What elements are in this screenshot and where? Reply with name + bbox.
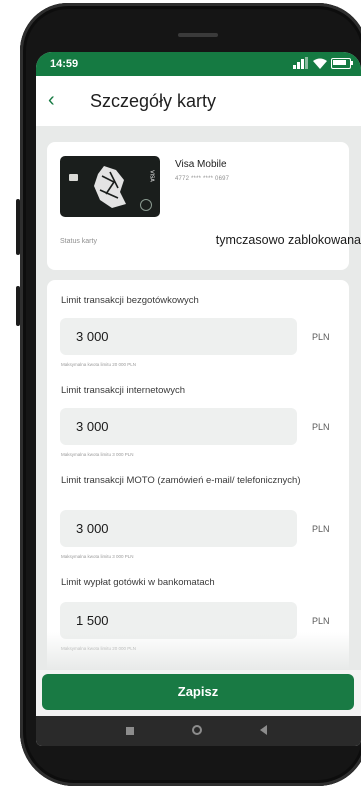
android-nav-bar xyxy=(36,716,361,746)
status-bar: 14:59 xyxy=(36,52,361,76)
limit-value: 3 000 xyxy=(76,521,109,536)
recent-apps-icon[interactable] xyxy=(126,727,134,735)
card-logo-icon xyxy=(140,199,152,211)
scroll-content[interactable]: VISA Visa Mobile 4772 **** **** 0697 Sta… xyxy=(36,126,361,690)
save-button[interactable]: Zapisz xyxy=(42,674,354,710)
limit-hint: Maksymalna kwota limitu 20 000 PLN xyxy=(61,362,137,367)
home-icon[interactable] xyxy=(192,725,202,735)
limit-value: 1 500 xyxy=(76,613,109,628)
limit-label-internet: Limit transakcji internetowych xyxy=(61,385,186,396)
limit-value: 3 000 xyxy=(76,419,109,434)
app-screen: 14:59 ‹ Szczegóły karty VISA Visa Mobile… xyxy=(36,52,361,746)
card-number: 4772 **** **** 0697 xyxy=(175,176,230,182)
card-image: VISA xyxy=(60,156,160,217)
signal-icon xyxy=(293,57,309,69)
power-button xyxy=(16,199,20,255)
wifi-icon xyxy=(313,58,327,69)
limit-hint: Maksymalna kwota limitu 3 000 PLN xyxy=(61,452,134,457)
app-header: ‹ Szczegóły karty xyxy=(36,76,361,126)
earpiece-speaker xyxy=(178,33,218,37)
limit-input-internet[interactable]: 3 000 xyxy=(60,408,297,445)
scroll-fade xyxy=(36,632,361,670)
limits-form: Limit transakcji bezgotówkowych 3 000 PL… xyxy=(47,280,349,690)
limit-input-contactless[interactable]: 3 000 xyxy=(60,318,297,355)
limit-label-atm: Limit wypłat gotówki w bankomatach xyxy=(61,577,215,588)
limit-label-contactless: Limit transakcji bezgotówkowych xyxy=(61,295,199,306)
card-summary: VISA Visa Mobile 4772 **** **** 0697 Sta… xyxy=(47,142,361,270)
nav-back-icon[interactable] xyxy=(260,725,267,735)
page-title: Szczegóły karty xyxy=(90,91,217,111)
volume-button xyxy=(16,286,20,326)
currency-label: PLN xyxy=(312,422,330,432)
currency-label: PLN xyxy=(312,524,330,534)
currency-label: PLN xyxy=(312,616,330,626)
card-pattern-icon xyxy=(94,166,126,208)
status-icons xyxy=(293,57,353,69)
back-arrow-icon[interactable]: ‹ xyxy=(48,90,55,110)
limit-input-moto[interactable]: 3 000 xyxy=(60,510,297,547)
card-brand-mark: VISA xyxy=(148,170,155,182)
battery-icon xyxy=(331,57,353,69)
card-name: Visa Mobile xyxy=(175,159,227,170)
limit-value: 3 000 xyxy=(76,329,109,344)
currency-label: PLN xyxy=(312,332,330,342)
card-status-label: Status karty xyxy=(60,238,97,245)
save-bar: Zapisz xyxy=(36,670,361,716)
limit-label-moto: Limit transakcji MOTO (zamówień e-mail/ … xyxy=(61,475,301,486)
card-status-value: tymczasowo zablokowana xyxy=(215,233,361,247)
limit-hint: Maksymalna kwota limitu 3 000 PLN xyxy=(61,554,134,559)
status-time: 14:59 xyxy=(50,58,79,70)
card-chip-icon xyxy=(69,174,78,181)
